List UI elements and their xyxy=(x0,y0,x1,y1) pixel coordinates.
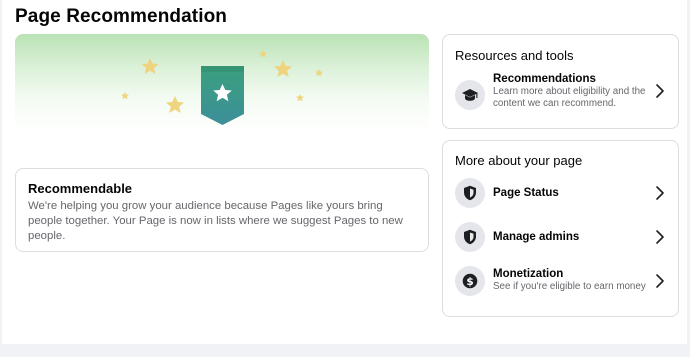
recommendation-banner xyxy=(15,34,429,132)
star-icon xyxy=(259,50,267,58)
chevron-right-icon xyxy=(656,84,664,98)
resources-panel: Resources and tools Recommendations Lear… xyxy=(442,34,679,129)
bottom-background-strip xyxy=(0,344,690,357)
graduation-cap-icon xyxy=(455,80,485,110)
shield-icon xyxy=(455,178,485,208)
monetization-label: Monetization xyxy=(493,268,564,280)
shield-icon xyxy=(455,222,485,252)
star-icon xyxy=(141,58,159,74)
resources-panel-title: Resources and tools xyxy=(455,48,574,63)
page-status-link[interactable]: Page Status xyxy=(443,175,680,215)
chevron-right-icon xyxy=(656,274,664,288)
recommendations-description: Learn more about eligibility and the con… xyxy=(493,86,646,109)
recommendable-status-card: Recommendable We're helping you grow you… xyxy=(15,168,429,252)
status-description: We're helping you grow your audience bec… xyxy=(28,200,403,242)
page-status-label: Page Status xyxy=(493,187,559,199)
more-about-page-panel: More about your page Page Status Manage … xyxy=(442,140,679,317)
svg-text:$: $ xyxy=(466,276,473,288)
chevron-right-icon xyxy=(656,230,664,244)
dollar-coin-icon: $ xyxy=(455,266,485,296)
star-icon xyxy=(296,94,304,102)
star-icon xyxy=(121,92,129,100)
more-panel-title: More about your page xyxy=(455,153,583,168)
star-icon xyxy=(274,60,292,77)
banner-illustration xyxy=(121,50,323,125)
star-icon xyxy=(315,69,323,77)
manage-admins-link[interactable]: Manage admins xyxy=(443,219,680,259)
status-title: Recommendable xyxy=(28,181,133,196)
page-title: Page Recommendation xyxy=(15,6,228,27)
left-edge xyxy=(0,0,2,344)
manage-admins-label: Manage admins xyxy=(493,231,580,243)
monetization-description: See if you're eligible to earn money xyxy=(493,281,646,292)
recommendations-label: Recommendations xyxy=(493,73,596,85)
star-icon xyxy=(166,96,184,113)
chevron-right-icon xyxy=(656,186,664,200)
recommendations-link[interactable]: Recommendations Learn more about eligibi… xyxy=(443,73,680,114)
monetization-link[interactable]: $ Monetization See if you're eligible to… xyxy=(443,263,680,303)
badge-icon xyxy=(201,66,244,125)
